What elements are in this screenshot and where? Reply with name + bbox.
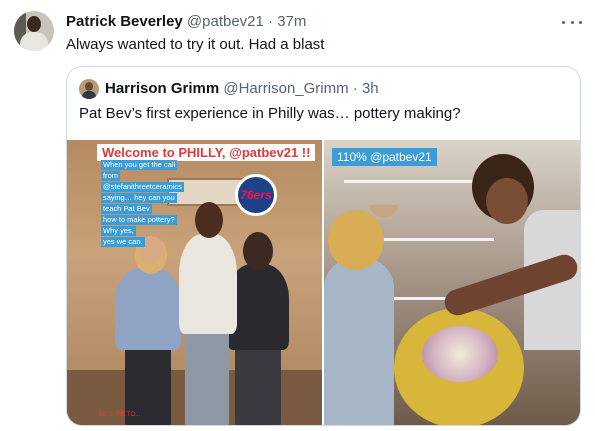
- story-line: When you get the call: [101, 160, 178, 170]
- quoted-author-handle: @Harrison_Grimm: [223, 80, 349, 97]
- quoted-author-name: Harrison Grimm: [105, 80, 220, 97]
- clay-piece: [422, 326, 498, 382]
- more-horizontal-icon[interactable]: [562, 12, 582, 32]
- story-line: saying… hey can you: [101, 193, 177, 203]
- story-tag-overlay: 110% @patbev21: [332, 148, 437, 166]
- tweet[interactable]: Patrick Beverley @patbev21 · 37m Always …: [0, 0, 595, 431]
- media-grid: Welcome to PHILLY, @patbev21 !! When you…: [67, 140, 580, 425]
- quoted-tweet-text: Pat Bev’s first experience in Philly was…: [79, 105, 461, 122]
- quoted-author-avatar[interactable]: [79, 79, 99, 99]
- photo-group-welcome[interactable]: Welcome to PHILLY, @patbev21 !! When you…: [67, 140, 322, 425]
- quoted-tweet-header: Harrison Grimm @Harrison_Grimm · 3h: [105, 79, 379, 99]
- author-name[interactable]: Patrick Beverley: [66, 13, 183, 30]
- logo-text: 76ers: [240, 188, 272, 202]
- quoted-tweet-time: 3h: [361, 80, 379, 97]
- story-line: teach Pat Bev: [101, 204, 152, 214]
- tweet-header: Patrick Beverley @patbev21 · 37m: [66, 12, 306, 32]
- separator-dot: ·: [352, 80, 358, 97]
- story-footer-text: BE SURE TO...: [99, 412, 141, 418]
- story-line: yes we can.: [101, 237, 145, 247]
- story-line: how to make pottery?: [101, 215, 177, 225]
- photo-pottery-wheel[interactable]: 110% @patbev21: [324, 140, 580, 425]
- author-handle[interactable]: @patbev21: [187, 13, 264, 30]
- quoted-tweet[interactable]: Harrison Grimm @Harrison_Grimm · 3h Pat …: [66, 66, 581, 426]
- story-line: from: [101, 171, 120, 181]
- tweet-time[interactable]: 37m: [277, 13, 306, 30]
- author-avatar[interactable]: [14, 11, 54, 51]
- story-line: @stefanithreetceramics: [101, 182, 184, 192]
- story-line: Why yes,: [101, 226, 136, 236]
- tweet-text: Always wanted to try it out. Had a blast: [66, 36, 325, 53]
- separator-dot: ·: [268, 13, 274, 30]
- story-title-overlay: Welcome to PHILLY, @patbev21 !!: [97, 144, 316, 161]
- sixers-logo: 76ers: [235, 174, 277, 216]
- story-text-overlay: When you get the call from @stefanithree…: [101, 160, 201, 248]
